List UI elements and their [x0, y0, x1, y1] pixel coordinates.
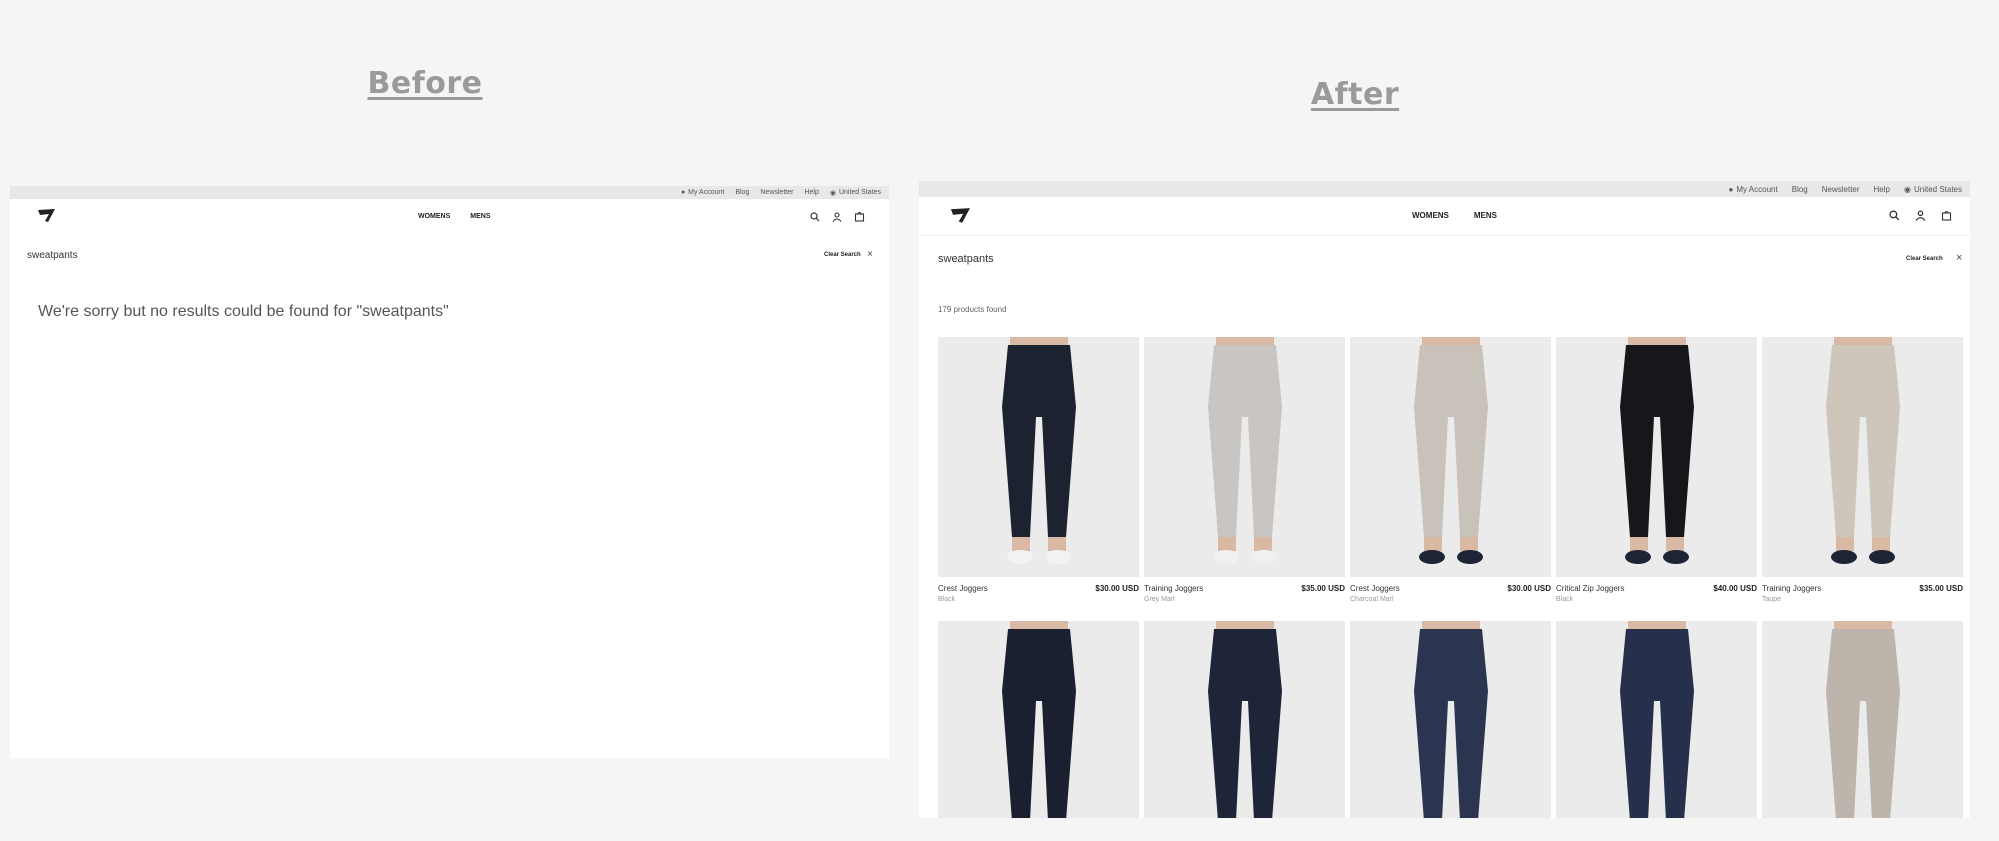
product-image[interactable]: [1556, 621, 1757, 818]
globe-icon: ◉: [1903, 184, 1911, 194]
my-account-link[interactable]: ● My Account: [681, 189, 724, 196]
product-card[interactable]: [938, 621, 1139, 818]
product-name[interactable]: Crest Joggers: [938, 584, 988, 593]
product-image[interactable]: [1350, 621, 1551, 818]
utility-bar: ● My Account Blog Newsletter Help ◉ United…: [10, 186, 889, 199]
product-card[interactable]: Training Joggers $35.00 USD Grey Marl: [1144, 337, 1345, 603]
product-card[interactable]: Training Joggers $35.00 USD Taupe: [1762, 337, 1963, 603]
product-info: Crest Joggers $30.00 USD: [1350, 584, 1551, 593]
product-card[interactable]: [1556, 621, 1757, 818]
globe-icon: ◉: [829, 189, 836, 197]
product-card[interactable]: Critical Zip Joggers $40.00 USD Black: [1556, 337, 1757, 603]
product-price: $35.00 USD: [1919, 584, 1963, 593]
product-card[interactable]: [1762, 621, 1963, 818]
product-name[interactable]: Crest Joggers: [1350, 584, 1400, 593]
no-results-message: We're sorry but no results could be foun…: [38, 303, 449, 320]
gymshark-logo[interactable]: [949, 207, 973, 230]
product-info: Crest Joggers $30.00 USD: [938, 584, 1139, 593]
product-price: $35.00 USD: [1301, 584, 1345, 593]
gymshark-logo[interactable]: [37, 208, 57, 229]
search-row: sweatpants Clear Search ×: [919, 252, 1970, 273]
product-card[interactable]: Crest Joggers $30.00 USD Black: [938, 337, 1139, 603]
product-image[interactable]: [938, 621, 1139, 818]
results-count: 179 products found: [938, 305, 1007, 314]
region-selector[interactable]: ◉ United States: [830, 189, 881, 197]
search-query[interactable]: sweatpants: [27, 250, 78, 261]
close-icon[interactable]: ×: [1956, 252, 1962, 264]
account-icon[interactable]: [1915, 210, 1926, 221]
close-icon[interactable]: ×: [867, 249, 873, 260]
product-color: Black: [938, 596, 956, 603]
blog-link[interactable]: Blog: [735, 189, 749, 196]
newsletter-link[interactable]: Newsletter: [760, 189, 793, 196]
nav-links: WOMENS MENS: [418, 213, 491, 220]
product-image[interactable]: [1350, 337, 1551, 577]
help-link[interactable]: Help: [804, 189, 818, 196]
product-image[interactable]: [938, 337, 1139, 577]
main-nav: WOMENS MENS: [10, 199, 889, 235]
after-heading: After: [1310, 77, 1400, 112]
before-heading: Before: [367, 66, 483, 101]
product-color: Charcoal Marl: [1350, 596, 1394, 603]
product-card[interactable]: Crest Joggers $30.00 USD Charcoal Marl: [1350, 337, 1551, 603]
nav-mens[interactable]: MENS: [470, 213, 490, 220]
region-selector[interactable]: ◉ United States: [1904, 185, 1962, 194]
product-color: Taupe: [1762, 596, 1782, 603]
clear-search-button[interactable]: Clear Search: [1906, 256, 1943, 262]
blog-link[interactable]: Blog: [1792, 185, 1808, 194]
user-icon: ●: [1728, 184, 1734, 194]
my-account-link[interactable]: ● My Account: [1729, 185, 1778, 194]
product-image[interactable]: [1762, 621, 1963, 818]
product-name[interactable]: Training Joggers: [1762, 584, 1821, 593]
product-info: Training Joggers $35.00 USD: [1144, 584, 1345, 593]
product-name[interactable]: Training Joggers: [1144, 584, 1203, 593]
product-info: Training Joggers $35.00 USD: [1762, 584, 1963, 593]
search-icon[interactable]: [810, 211, 820, 222]
main-nav: WOMENS MENS: [919, 197, 1970, 236]
user-icon: ●: [680, 189, 686, 196]
search-query[interactable]: sweatpants: [938, 253, 994, 265]
newsletter-link[interactable]: Newsletter: [1822, 185, 1860, 194]
before-screenshot: ● My Account Blog Newsletter Help ◉ United…: [10, 186, 889, 758]
account-icon[interactable]: [832, 211, 842, 222]
product-info: Critical Zip Joggers $40.00 USD: [1556, 584, 1757, 593]
product-price: $40.00 USD: [1713, 584, 1757, 593]
nav-icons: [810, 211, 865, 222]
product-color: Grey Marl: [1144, 596, 1175, 603]
product-price: $30.00 USD: [1095, 584, 1139, 593]
nav-links: WOMENS MENS: [1412, 211, 1497, 220]
product-image[interactable]: [1144, 337, 1345, 577]
bag-icon[interactable]: [854, 211, 865, 222]
search-icon[interactable]: [1889, 210, 1900, 221]
product-image[interactable]: [1144, 621, 1345, 818]
nav-icons: [1889, 210, 1952, 221]
help-link[interactable]: Help: [1874, 185, 1890, 194]
product-price: $30.00 USD: [1507, 584, 1551, 593]
product-name[interactable]: Critical Zip Joggers: [1556, 584, 1624, 593]
utility-bar: ● My Account Blog Newsletter Help ◉ United…: [919, 181, 1970, 197]
nav-mens[interactable]: MENS: [1474, 211, 1497, 220]
nav-womens[interactable]: WOMENS: [1412, 211, 1449, 220]
after-screenshot: ● My Account Blog Newsletter Help ◉ United…: [919, 181, 1970, 818]
product-color: Black: [1556, 596, 1574, 603]
search-row: sweatpants Clear Search ×: [10, 249, 889, 270]
bag-icon[interactable]: [1941, 210, 1952, 221]
product-card[interactable]: [1350, 621, 1551, 818]
clear-search-button[interactable]: Clear Search: [824, 252, 861, 258]
product-card[interactable]: [1144, 621, 1345, 818]
product-image[interactable]: [1556, 337, 1757, 577]
product-image[interactable]: [1762, 337, 1963, 577]
nav-womens[interactable]: WOMENS: [418, 213, 450, 220]
